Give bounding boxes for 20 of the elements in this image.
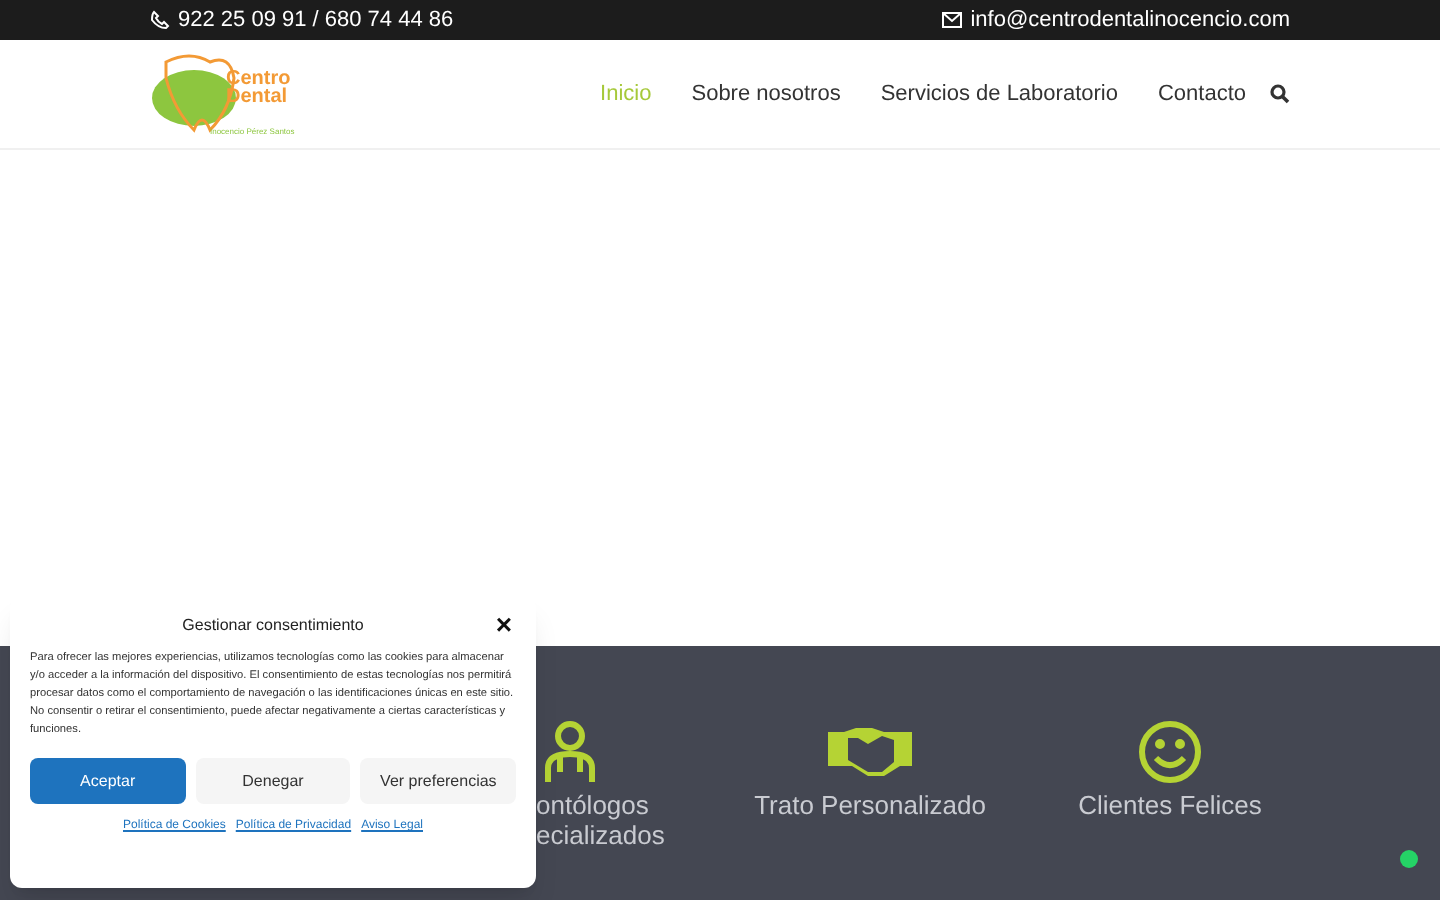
email-link[interactable]: info@centrodentalinocencio.com: [970, 3, 1290, 37]
feature-label: ecializados: [536, 820, 665, 850]
mail-icon: [942, 12, 963, 28]
smiley-icon: [1138, 720, 1202, 784]
close-button[interactable]: ×: [495, 608, 512, 640]
dialog-title: Gestionar consentimiento: [182, 614, 364, 638]
nav-link[interactable]: Servicios de Laboratorio: [880, 77, 1118, 111]
handshake-icon: [828, 726, 912, 778]
consent-button[interactable]: Denegar: [195, 758, 351, 804]
search-icon[interactable]: [1270, 84, 1290, 104]
nav-link[interactable]: Contacto: [1157, 77, 1246, 111]
phone-number: 922 25 09 91 / 680 74 44 86: [178, 5, 454, 36]
consent-button[interactable]: Ver preferencias: [360, 758, 517, 804]
accept-button[interactable]: Aceptar: [30, 758, 186, 804]
feature-label: ontólogos: [536, 790, 651, 820]
feature-label: Trato Personalizado: [754, 790, 986, 820]
nav-link[interactable]: Sobre nosotros: [691, 77, 841, 111]
feature-label: Clientes Felices: [1078, 790, 1262, 820]
phone-icon: [150, 10, 170, 30]
person-icon: [542, 720, 598, 784]
